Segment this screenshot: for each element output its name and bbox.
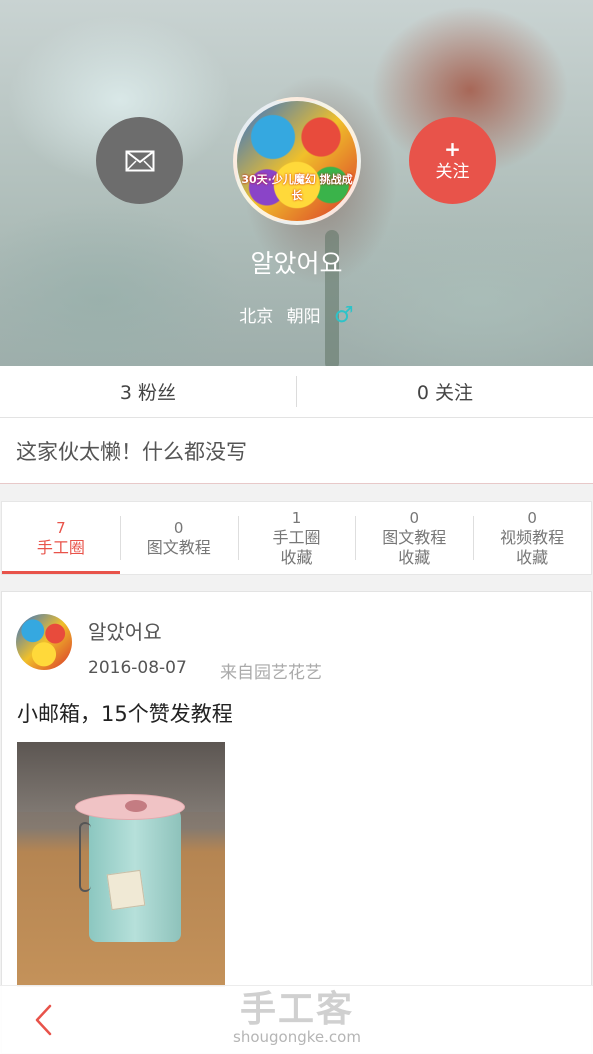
location-district: 朝阳 <box>286 307 321 327</box>
chevron-left-icon <box>35 1004 52 1036</box>
tab-label: 手工圈 <box>36 538 85 557</box>
tab-video-favorites[interactable]: 0 视频教程 收藏 <box>473 502 591 574</box>
avatar-logo-text: 30天·少儿魔幻 挑战成长 <box>241 173 353 202</box>
profile-stats: 3 粉丝 0 关注 <box>0 366 593 418</box>
follow-label: 关注 <box>435 161 470 182</box>
photo-slot <box>125 800 147 812</box>
tab-handcraft-circle[interactable]: 7 手工圈 <box>2 502 120 574</box>
back-button[interactable] <box>28 1000 64 1040</box>
watermark-url: shougongke.com <box>233 1028 361 1046</box>
photo-card <box>106 869 146 911</box>
follow-button[interactable]: + 关注 <box>409 117 496 204</box>
bottom-bar: 手工客 shougongke.com <box>0 985 593 1054</box>
following-count[interactable]: 0 关注 <box>297 366 593 417</box>
post-source: 来自园艺花艺 <box>220 663 322 683</box>
tab-tutorial-favorites[interactable]: 0 图文教程 收藏 <box>355 502 473 574</box>
tab-circle-favorites[interactable]: 1 手工圈 收藏 <box>237 502 356 574</box>
tab-count: 1 <box>291 509 302 527</box>
photo-wire <box>79 822 91 892</box>
post-avatar[interactable] <box>16 614 72 670</box>
fans-count[interactable]: 3 粉丝 <box>0 366 296 417</box>
tab-count: 0 <box>173 519 184 537</box>
tab-tutorials[interactable]: 0 图文教程 <box>119 502 238 574</box>
profile-avatar[interactable]: 30天·少儿魔幻 挑战成长 <box>233 97 361 225</box>
tab-label: 视频教程 收藏 <box>500 528 565 567</box>
tab-label: 图文教程 收藏 <box>382 528 447 567</box>
tab-label: 图文教程 <box>146 538 211 557</box>
watermark-logo: 手工客 <box>239 989 354 1030</box>
message-button[interactable] <box>96 117 183 204</box>
profile-tabs: 7 手工圈 0 图文教程 1 手工圈 收藏 0 图文教程 收藏 0 视频教程 收… <box>1 501 592 575</box>
envelope-icon <box>125 150 154 171</box>
watermark: 手工客 shougongke.com <box>222 980 372 1046</box>
post-date: 2016-08-07 <box>88 658 187 678</box>
post-username[interactable]: 알았어요 <box>88 616 162 645</box>
tab-label: 手工圈 收藏 <box>272 528 321 567</box>
profile-username: 알았어요 <box>250 249 343 278</box>
profile-bio: 这家伙太懒！什么都没写 <box>0 418 593 484</box>
post-photo[interactable] <box>17 742 225 987</box>
post-title[interactable]: 小邮箱，15个赞发教程 <box>17 698 233 728</box>
location-city: 北京 <box>239 307 274 327</box>
profile-location: 北京 朝阳 ♂ <box>0 302 593 328</box>
tab-count: 0 <box>409 509 420 527</box>
plus-icon: + <box>444 136 461 161</box>
profile-header: 30天·少儿魔幻 挑战成长 + 关注 알았어요 北京 朝阳 ♂ <box>0 0 593 366</box>
tab-count: 0 <box>527 509 537 527</box>
tab-count: 7 <box>56 519 66 537</box>
male-gender-icon: ♂ <box>334 303 354 328</box>
